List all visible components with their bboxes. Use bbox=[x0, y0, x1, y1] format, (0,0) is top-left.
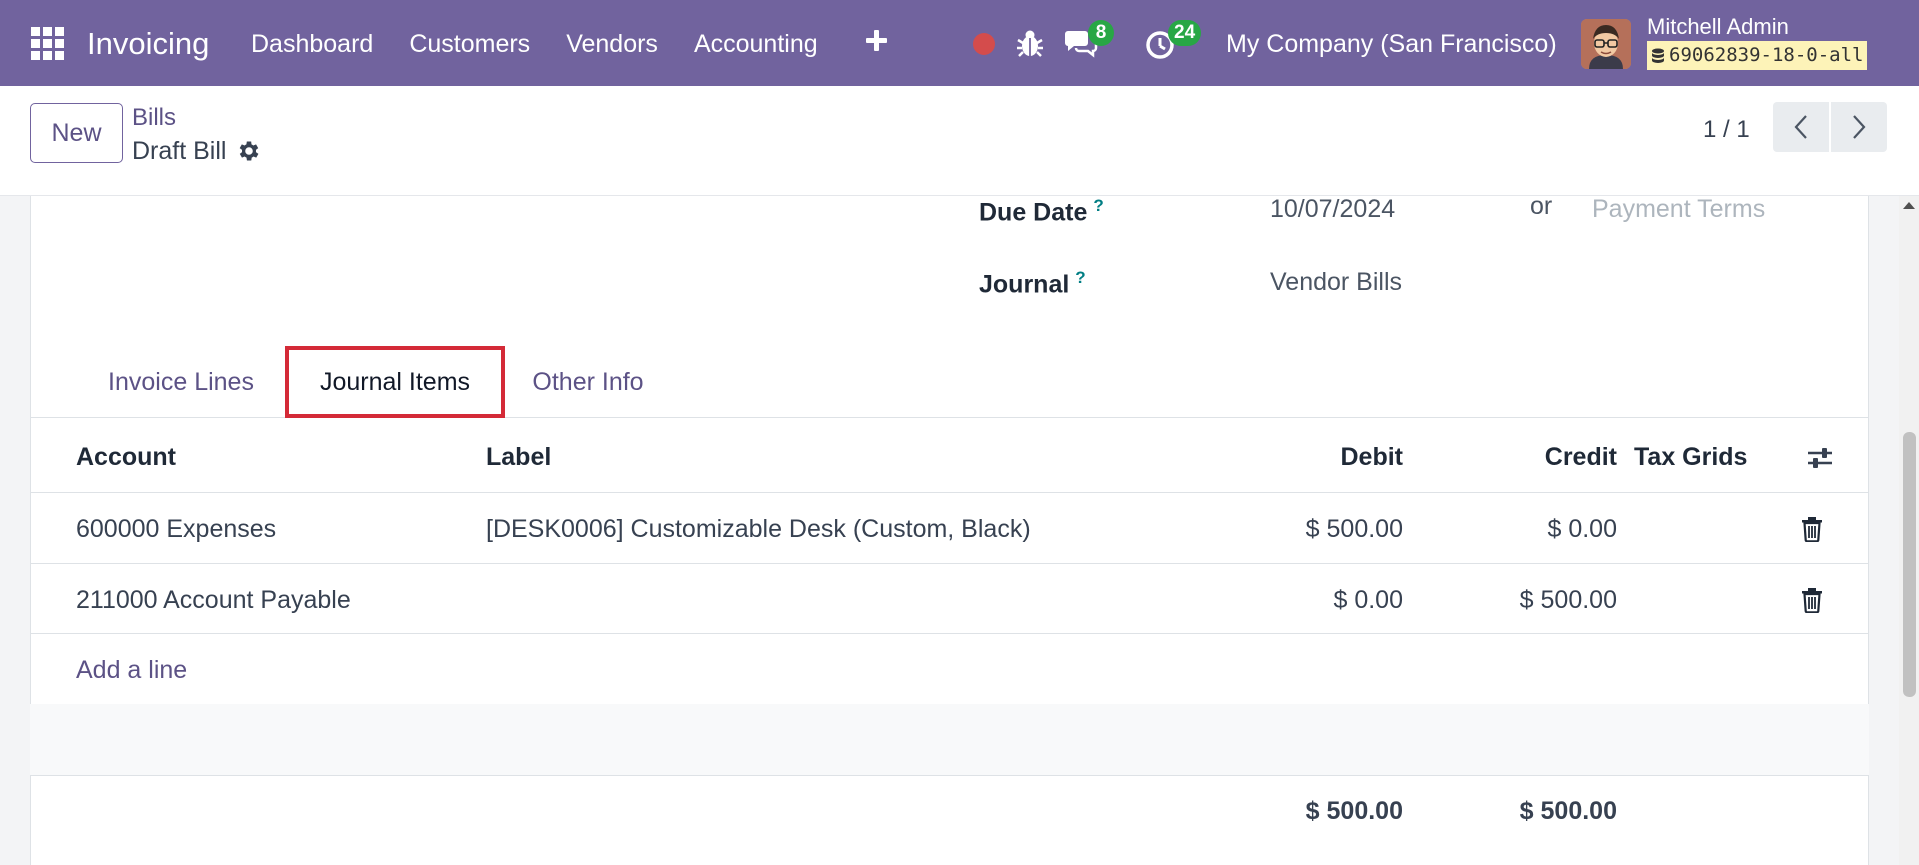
breadcrumb-bills[interactable]: Bills bbox=[132, 103, 176, 133]
pager-previous-button[interactable] bbox=[1773, 102, 1829, 152]
journal-help-icon[interactable]: ? bbox=[1075, 268, 1085, 287]
company-switcher[interactable]: My Company (San Francisco) bbox=[1226, 28, 1557, 60]
user-name[interactable]: Mitchell Admin bbox=[1647, 14, 1789, 40]
column-header-label[interactable]: Label bbox=[486, 441, 551, 473]
tab-other-info[interactable]: Other Info bbox=[518, 346, 658, 418]
column-header-tax-grids[interactable]: Tax Grids bbox=[1634, 441, 1747, 473]
menu-item-accounting[interactable]: Accounting bbox=[694, 28, 818, 60]
row-debit[interactable]: $ 0.00 bbox=[1240, 584, 1403, 616]
apps-menu-icon[interactable] bbox=[31, 27, 64, 60]
add-a-line-link[interactable]: Add a line bbox=[76, 654, 187, 686]
gear-icon[interactable] bbox=[236, 138, 262, 164]
plus-icon[interactable] bbox=[864, 28, 890, 54]
new-button[interactable]: New bbox=[30, 103, 123, 163]
row-account[interactable]: 211000 Account Payable bbox=[76, 584, 351, 616]
row-credit[interactable]: $ 0.00 bbox=[1460, 513, 1617, 545]
bug-icon[interactable] bbox=[1016, 28, 1044, 58]
database-icon bbox=[1652, 48, 1664, 63]
empty-table-row bbox=[30, 704, 1869, 775]
control-panel: New Bills Draft Bill 1 / 1 bbox=[0, 86, 1919, 196]
tab-invoice-lines[interactable]: Invoice Lines bbox=[90, 346, 272, 418]
payment-terms-field[interactable]: Payment Terms bbox=[1592, 193, 1765, 225]
row-debit[interactable]: $ 500.00 bbox=[1240, 513, 1403, 545]
table-header-divider bbox=[30, 492, 1869, 493]
optional-columns-icon[interactable] bbox=[1805, 444, 1835, 472]
chevron-left-icon bbox=[1794, 115, 1807, 139]
trash-icon[interactable] bbox=[1801, 516, 1823, 542]
column-header-debit[interactable]: Debit bbox=[1240, 441, 1404, 473]
row-account[interactable]: 600000 Expenses bbox=[76, 513, 276, 545]
main-menu: Dashboard Customers Vendors Accounting bbox=[251, 28, 854, 60]
tab-journal-items[interactable]: Journal Items bbox=[285, 346, 505, 418]
total-debit: $ 500.00 bbox=[1305, 797, 1403, 825]
pager-value[interactable]: 1 / 1 bbox=[1703, 114, 1750, 146]
record-icon[interactable] bbox=[973, 33, 995, 55]
messages-count-badge: 8 bbox=[1088, 20, 1114, 46]
database-badge: 69062839-18-0-all bbox=[1647, 41, 1868, 70]
menu-item-dashboard[interactable]: Dashboard bbox=[251, 28, 373, 60]
activities-count-badge: 24 bbox=[1168, 20, 1202, 46]
menu-item-vendors[interactable]: Vendors bbox=[566, 28, 658, 60]
column-header-credit[interactable]: Credit bbox=[1460, 441, 1617, 473]
trash-icon[interactable] bbox=[1801, 587, 1823, 613]
menu-item-customers[interactable]: Customers bbox=[409, 28, 530, 60]
journal-field[interactable]: Vendor Bills bbox=[1270, 266, 1402, 298]
due-date-field[interactable]: 10/07/2024 bbox=[1270, 193, 1395, 225]
row-credit[interactable]: $ 500.00 bbox=[1460, 584, 1617, 616]
chevron-right-icon bbox=[1853, 115, 1866, 139]
journal-label: Journal? bbox=[979, 268, 1086, 299]
row-divider bbox=[30, 563, 1869, 564]
scroll-up-arrow-icon[interactable] bbox=[1903, 202, 1915, 209]
user-avatar[interactable] bbox=[1581, 19, 1631, 69]
row-label[interactable]: [DESK0006] Customizable Desk (Custom, Bl… bbox=[486, 513, 1031, 545]
totals-divider bbox=[30, 775, 1869, 776]
total-credit: $ 500.00 bbox=[1519, 797, 1617, 825]
due-date-label: Due Date? bbox=[979, 196, 1104, 227]
scrollbar-thumb[interactable] bbox=[1903, 432, 1916, 697]
app-name[interactable]: Invoicing bbox=[87, 24, 209, 64]
due-date-help-icon[interactable]: ? bbox=[1093, 196, 1103, 215]
breadcrumb-current: Draft Bill bbox=[132, 137, 227, 165]
pager-next-button[interactable] bbox=[1831, 102, 1887, 152]
top-navbar: Invoicing Dashboard Customers Vendors Ac… bbox=[0, 0, 1919, 86]
database-name: 69062839-18-0-all bbox=[1669, 44, 1864, 66]
column-header-account[interactable]: Account bbox=[76, 441, 176, 473]
row-divider bbox=[30, 633, 1869, 634]
or-label: or bbox=[1530, 192, 1553, 220]
